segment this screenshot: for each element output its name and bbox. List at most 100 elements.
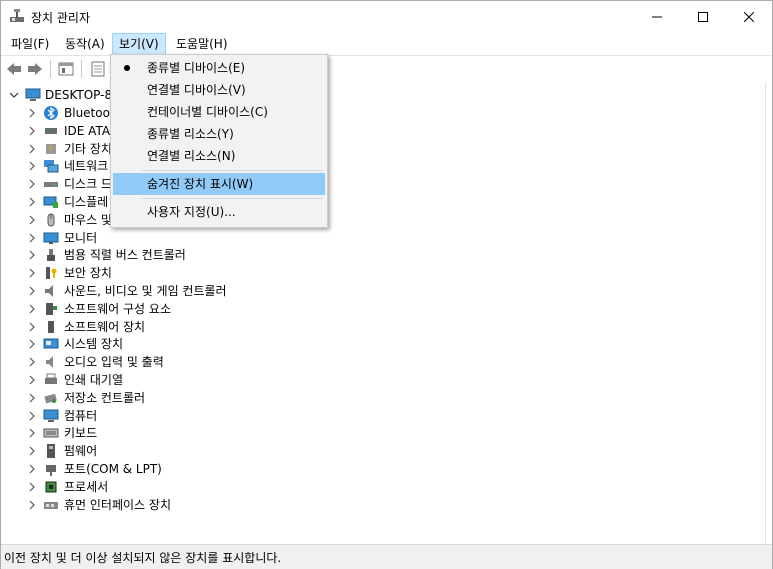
chevron-right-icon[interactable]	[27, 411, 37, 421]
category-label: IDE ATA/	[64, 123, 115, 138]
sound-icon	[43, 283, 59, 299]
minimize-button[interactable]	[634, 1, 680, 33]
menu-item-devices-by-type[interactable]: 종류별 디바이스(E)	[113, 57, 325, 79]
system-icon	[43, 336, 59, 352]
tree-category-row[interactable]: 보안 장치	[1, 264, 401, 282]
help-button[interactable]	[89, 60, 107, 78]
tree-category-row[interactable]: 컴퓨터	[1, 407, 401, 425]
device-manager-icon	[9, 8, 25, 27]
toolbar-separator	[50, 60, 51, 78]
chevron-right-icon[interactable]	[27, 428, 37, 438]
category-label: 휴먼 인터페이스 장치	[64, 497, 171, 512]
tree-category-row[interactable]: 저장소 컨트롤러	[1, 389, 401, 407]
processor-icon	[43, 479, 59, 495]
close-button[interactable]	[726, 1, 772, 33]
chevron-right-icon[interactable]	[27, 286, 37, 296]
tree-category-row[interactable]: 키보드	[1, 424, 401, 442]
help-icon	[91, 61, 105, 77]
category-label: 저장소 컨트롤러	[64, 390, 146, 405]
display-icon	[43, 194, 59, 210]
category-label: 기타 장치	[64, 141, 112, 156]
mouse-icon	[43, 212, 59, 228]
category-label: 사운드, 비디오 및 게임 컨트롤러	[64, 284, 227, 298]
menu-item-resources-by-type[interactable]: 종류별 리소스(Y)	[113, 123, 325, 145]
chevron-right-icon[interactable]	[27, 179, 37, 189]
chevron-right-icon[interactable]	[27, 482, 37, 492]
hid-icon	[43, 497, 59, 513]
category-label: 디스크 드	[64, 177, 112, 192]
maximize-button[interactable]	[680, 1, 726, 33]
chevron-right-icon[interactable]	[27, 108, 37, 118]
software-device-icon	[43, 319, 59, 335]
category-label: 네트워크	[64, 159, 109, 174]
properties-button[interactable]	[57, 60, 75, 78]
tree-category-row[interactable]: 포트(COM & LPT)	[1, 460, 401, 478]
chevron-right-icon[interactable]	[27, 304, 37, 314]
menu-item-customize[interactable]: 사용자 지정(U)...	[113, 201, 325, 223]
checked-bullet-icon	[124, 65, 130, 71]
chevron-right-icon[interactable]	[27, 446, 37, 456]
category-label: 포트(COM & LPT)	[64, 462, 162, 476]
menu-file[interactable]: 파일(F)	[5, 34, 55, 54]
chevron-right-icon[interactable]	[27, 339, 37, 349]
tree-category-row[interactable]: 오디오 입력 및 출력	[1, 353, 401, 371]
computer-icon	[43, 408, 59, 424]
tree-category-row[interactable]: 범용 직렬 버스 컨트롤러	[1, 246, 401, 264]
other-device-icon: ?	[43, 141, 59, 157]
tree-category-row[interactable]: 휴먼 인터페이스 장치	[1, 496, 401, 514]
chevron-right-icon[interactable]	[27, 464, 37, 474]
network-icon	[43, 158, 59, 174]
chevron-right-icon[interactable]	[27, 393, 37, 403]
category-label: 디스플레	[64, 195, 109, 209]
menu-action[interactable]: 동작(A)	[59, 34, 111, 54]
menu-separator	[141, 170, 323, 171]
menu-item-devices-by-connection[interactable]: 연결별 디바이스(V)	[113, 79, 325, 101]
chevron-right-icon[interactable]	[27, 197, 37, 207]
category-label: 키보드	[64, 426, 98, 441]
forward-button[interactable]	[26, 60, 44, 78]
forward-icon	[28, 63, 42, 75]
chevron-right-icon[interactable]	[27, 375, 37, 385]
tree-category-row[interactable]: 소프트웨어 구성 요소	[1, 300, 401, 318]
computer-icon	[25, 87, 41, 103]
chevron-right-icon[interactable]	[27, 126, 37, 136]
firmware-icon	[43, 443, 59, 459]
monitor-icon	[43, 230, 59, 246]
category-label: 인쇄 대기열	[64, 373, 124, 387]
status-bar: 이전 장치 및 더 이상 설치되지 않은 장치를 표시합니다.	[1, 544, 772, 569]
chevron-right-icon[interactable]	[27, 233, 37, 243]
chevron-down-icon[interactable]	[9, 90, 19, 100]
menu-help[interactable]: 도움말(H)	[170, 34, 234, 54]
category-label: 소프트웨어 구성 요소	[64, 301, 171, 316]
chevron-right-icon[interactable]	[27, 322, 37, 332]
category-label: 보안 장치	[64, 266, 112, 281]
chevron-right-icon[interactable]	[27, 144, 37, 154]
tree-category-row[interactable]: 모니터	[1, 229, 401, 247]
tree-category-row[interactable]: 인쇄 대기열	[1, 371, 401, 389]
title-bar: 장치 관리자	[1, 1, 772, 33]
printer-icon	[43, 372, 59, 388]
chevron-right-icon[interactable]	[27, 215, 37, 225]
chevron-right-icon[interactable]	[27, 500, 37, 510]
menu-item-show-hidden-devices[interactable]: 숨겨진 장치 표시(W)	[113, 173, 325, 195]
scrollbar[interactable]	[765, 82, 772, 544]
category-label: 펌웨어	[64, 444, 98, 459]
back-button[interactable]	[5, 60, 23, 78]
chevron-right-icon[interactable]	[27, 268, 37, 278]
tree-category-row[interactable]: 사운드, 비디오 및 게임 컨트롤러	[1, 282, 401, 300]
chevron-right-icon[interactable]	[27, 250, 37, 260]
menu-item-resources-by-connection[interactable]: 연결별 리소스(N)	[113, 145, 325, 167]
toolbar-separator	[81, 60, 82, 78]
audio-icon	[43, 354, 59, 370]
tree-category-row[interactable]: 펌웨어	[1, 442, 401, 460]
tree-category-row[interactable]: 프로세서	[1, 478, 401, 496]
menu-item-devices-by-container[interactable]: 컨테이너별 디바이스(C)	[113, 101, 325, 123]
menu-view[interactable]: 보기(V)	[112, 33, 166, 55]
maximize-icon	[698, 12, 708, 22]
category-label: 범용 직렬 버스 컨트롤러	[64, 248, 186, 263]
tree-category-row[interactable]: 소프트웨어 장치	[1, 318, 401, 336]
chevron-right-icon[interactable]	[27, 161, 37, 171]
tree-category-row[interactable]: 시스템 장치	[1, 335, 401, 353]
chevron-right-icon[interactable]	[27, 357, 37, 367]
minimize-icon	[652, 16, 662, 18]
